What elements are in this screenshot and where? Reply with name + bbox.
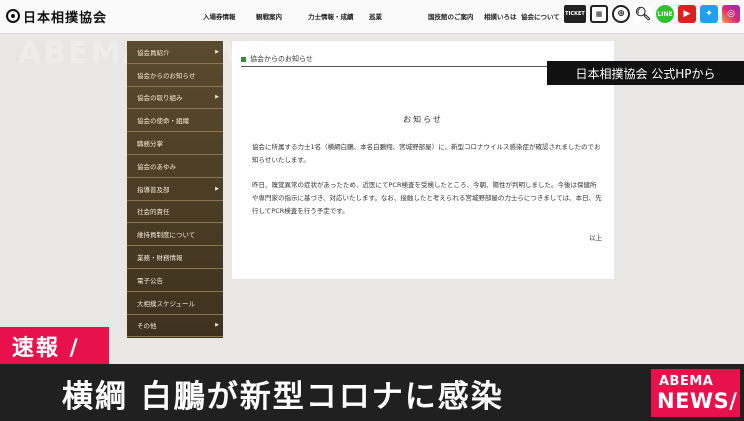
sidebar-item-members[interactable]: 協会員紹介 ▶ — [127, 41, 223, 64]
sidebar-item-label: 社会的責任 — [137, 208, 170, 217]
sidebar-item-history[interactable]: 協会のあゆみ — [127, 155, 223, 178]
brand-line-2: NEWS/ — [657, 389, 738, 413]
chevron-right-icon: ▶ — [215, 94, 219, 101]
ticket-icon[interactable]: TICKET — [564, 5, 586, 23]
logo-mark-icon — [6, 9, 20, 23]
sidebar-item-instruction[interactable]: 指導普及部 ▶ — [127, 178, 223, 201]
twitter-icon[interactable]: ✦ — [700, 5, 718, 23]
chevron-right-icon: ▶ — [215, 48, 219, 55]
sidebar-item-public-notice[interactable]: 電子公告 — [127, 269, 223, 292]
nav-item-about[interactable]: 協会について — [521, 11, 561, 21]
section-heading: 協会からのお知らせ — [241, 54, 313, 64]
sidebar-item-label: 職務分掌 — [137, 140, 163, 149]
sidebar-item-finance[interactable]: 業務・財務情報 — [127, 246, 223, 269]
site-header: 日本相撲協会 入場券情報 観戦案内 力士情報・成績 巡業 国技館のご案内 相撲い… — [0, 0, 744, 34]
sidebar-menu: 協会員紹介 ▶ 協会からのお知らせ 協会の取り組み ▶ 協会の使命・組織 職務分掌 … — [127, 41, 223, 338]
news-headline: 横綱 白鵬が新型コロナに感染 — [62, 379, 504, 415]
notice-paragraph-1: 協会に所属する力士1名（横綱白鵬、本名白鵬翔、宮城野部屋）に、新型コロナウイルス… — [252, 143, 601, 164]
site-logo[interactable]: 日本相撲協会 — [6, 7, 108, 26]
notice-closing: 以上 — [589, 234, 602, 242]
chevron-right-icon: ▶ — [215, 185, 219, 192]
globe-icon[interactable]: ⊕ — [612, 5, 630, 23]
sidebar-item-label: その他 — [137, 322, 157, 331]
notice-title: お知らせ — [403, 115, 443, 124]
abema-news-logo: ABEMA NEWS/ — [651, 369, 740, 417]
sidebar-item-label: 業務・財務情報 — [137, 254, 183, 263]
youtube-icon[interactable]: ▶ — [678, 5, 696, 23]
sidebar-item-initiatives[interactable]: 協会の取り組み ▶ — [127, 87, 223, 110]
chevron-right-icon: ▶ — [215, 322, 219, 329]
sidebar-item-label: 指導普及部 — [137, 185, 170, 194]
sidebar-item-label: 協会の取り組み — [137, 94, 183, 103]
instagram-icon[interactable]: ◎ — [722, 5, 740, 23]
bullet-square-icon — [241, 56, 246, 62]
sidebar-item-label: 電子公告 — [137, 276, 163, 285]
sidebar-item-label: 協会からのお知らせ — [137, 71, 196, 80]
sidebar-item-label: 協会の使命・組織 — [137, 117, 189, 126]
sidebar-item-supporters[interactable]: 維持員制度について — [127, 223, 223, 247]
nav-item-kokugikan[interactable]: 国技館のご案内 — [428, 11, 484, 21]
nav-item-iroha[interactable]: 相撲いろは — [484, 11, 521, 21]
logo-text: 日本相撲協会 — [23, 10, 108, 26]
sidebar-item-label: 協会のあゆみ — [137, 162, 176, 171]
sidebar-item-schedule[interactable]: 大相撲スケジュール — [127, 292, 223, 315]
section-title: 協会からのお知らせ — [250, 55, 313, 63]
search-icon[interactable]: 🔍︎ — [634, 5, 652, 23]
breaking-news-badge: 速報 / — [0, 327, 109, 364]
sidebar-item-duties[interactable]: 職務分掌 — [127, 132, 223, 155]
header-icons: TICKET ▦ ⊕ 🔍︎ LINE ▶ ✦ ◎ — [564, 5, 740, 23]
sidebar-item-label: 協会員紹介 — [137, 48, 170, 57]
notice-paragraph-2: 昨日、嗅覚異常の症状があったため、近医にてPCR検査を受検したところ、今朝、陽性… — [252, 181, 602, 215]
sidebar-item-label: 大相撲スケジュール — [137, 299, 196, 308]
sidebar-item-news[interactable]: 協会からのお知らせ — [127, 64, 223, 87]
main-nav: 入場券情報 観戦案内 力士情報・成績 巡業 国技館のご案内 相撲いろは 協会につ… — [203, 11, 561, 21]
sidebar-item-label: 維持員制度について — [137, 231, 196, 240]
sidebar-item-responsibility[interactable]: 社会的責任 — [127, 201, 223, 224]
source-caption: 日本相撲協会 公式HPから — [547, 61, 744, 85]
nav-item-guide[interactable]: 観戦案内 — [256, 11, 308, 21]
sidebar-item-other[interactable]: その他 ▶ — [127, 315, 223, 338]
sidebar-item-mission[interactable]: 協会の使命・組織 — [127, 109, 223, 133]
calendar-icon[interactable]: ▦ — [590, 5, 608, 23]
line-icon[interactable]: LINE — [656, 5, 674, 23]
nav-item-jungyo[interactable]: 巡業 — [369, 11, 428, 21]
nav-item-rikishi[interactable]: 力士情報・成績 — [308, 11, 369, 21]
nav-item-tickets[interactable]: 入場券情報 — [203, 11, 256, 21]
brand-line-1: ABEMA — [659, 374, 714, 389]
